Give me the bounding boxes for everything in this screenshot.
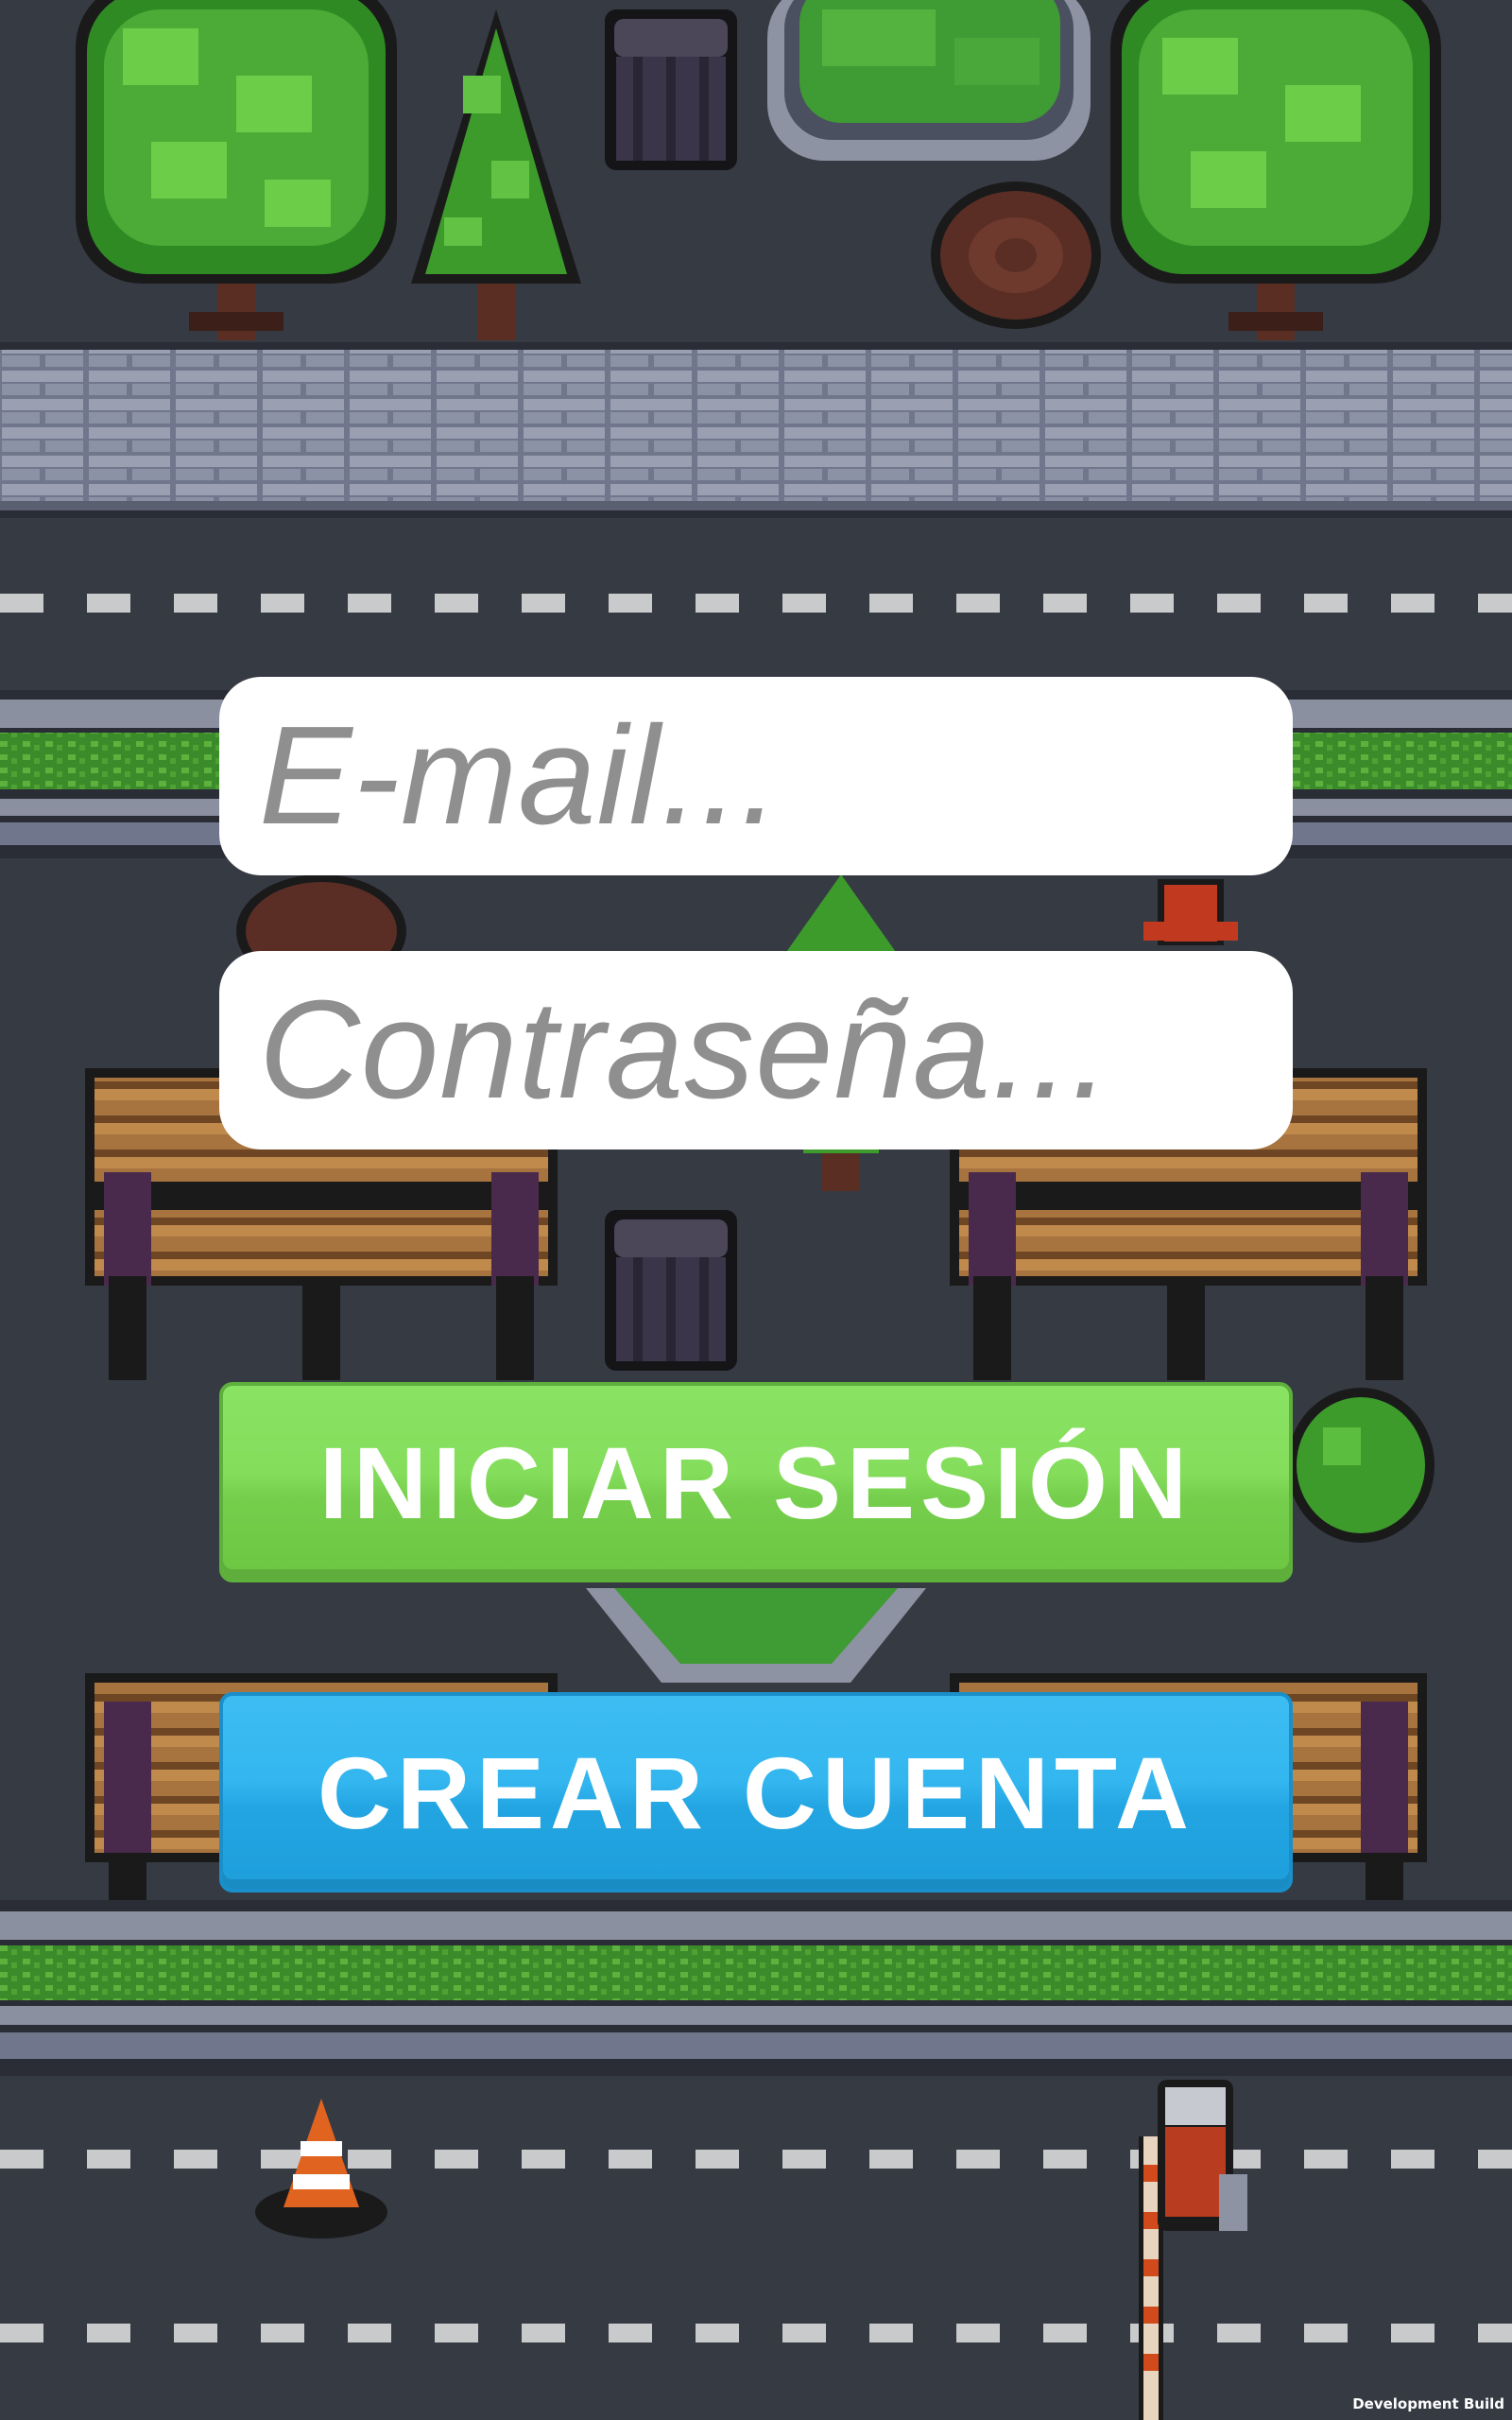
fire-hydrant [1143,879,1238,945]
stone-wall [0,342,1512,518]
email-placeholder: E-mail... [259,698,781,854]
email-field[interactable]: E-mail... [219,677,1293,875]
password-field[interactable]: Contraseña... [219,951,1293,1150]
register-button-label: CREAR CUENTA [318,1735,1194,1850]
park-scene-background [0,0,1512,2420]
login-button[interactable]: INICIAR SESIÓN [219,1382,1293,1582]
login-button-label: INICIAR SESIÓN [318,1425,1194,1540]
road-markings-upper [0,594,1512,613]
development-build-label: Development Build [1352,2395,1504,2412]
trash-can-middle [605,1210,737,1371]
trash-can-top [605,9,737,170]
game-screen: E-mail... Contraseña... INICIAR SESIÓN C… [0,0,1512,2420]
road-markings-lower-2 [0,2324,1512,2342]
register-button[interactable]: CREAR CUENTA [219,1692,1293,1893]
password-placeholder: Contraseña... [259,972,1111,1128]
fountain [767,0,1091,161]
bush [1287,1388,1435,1543]
median-lower [0,1900,1512,2076]
tree-stump-top [931,182,1101,329]
road-markings-lower-1 [0,2150,1512,2169]
